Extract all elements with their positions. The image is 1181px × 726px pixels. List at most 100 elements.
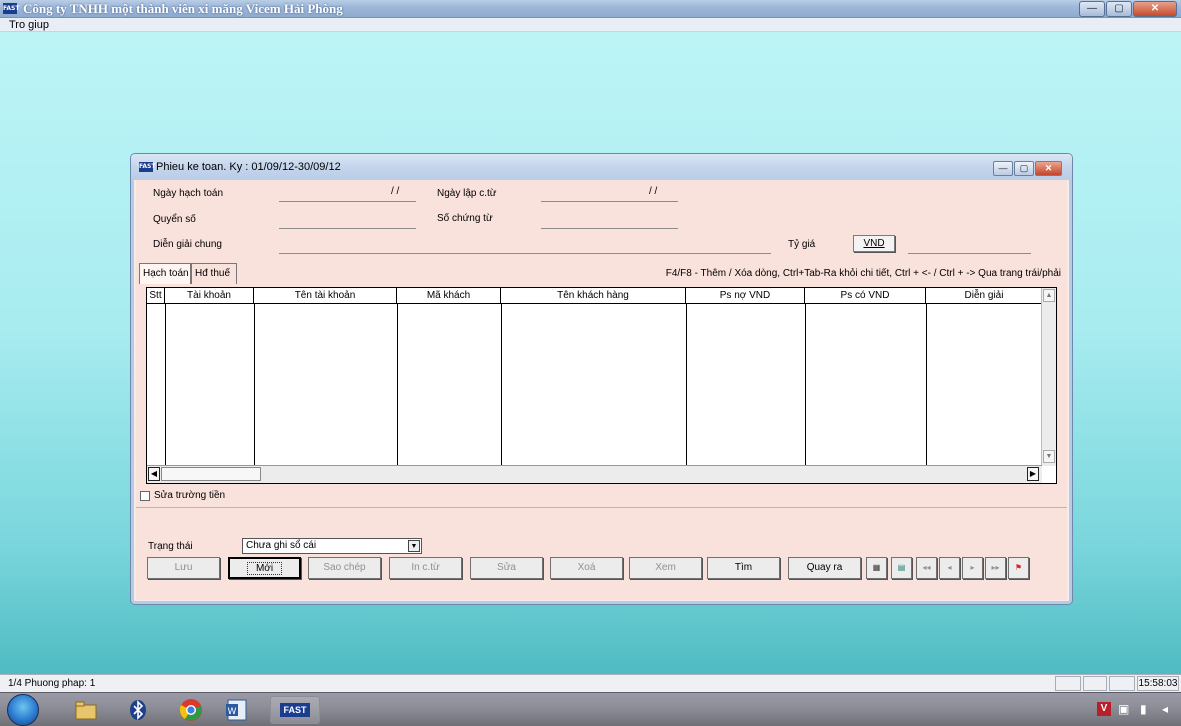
scroll-down-icon[interactable]: ▼: [1043, 450, 1055, 463]
grid-divider: [254, 304, 255, 465]
chrome-icon[interactable]: [172, 696, 210, 724]
ty-gia-input[interactable]: [908, 253, 1031, 254]
dien-giai-label: Diễn giải chung: [153, 239, 222, 250]
next-record-icon[interactable]: ▸: [962, 557, 983, 579]
menu-item-tro-giup[interactable]: Tro giup: [9, 19, 49, 31]
print-button[interactable]: In c.từ: [389, 557, 462, 579]
taskbar: W FAST V ▣ ▮ ◂: [0, 692, 1181, 726]
voucher-body: Ngày hạch toán / / Ngày lập c.từ / / Quy…: [136, 180, 1067, 600]
sua-truong-tien-checkbox[interactable]: [140, 491, 150, 501]
fast-taskbar-button[interactable]: FAST: [270, 696, 320, 724]
save-button[interactable]: Lưu: [147, 557, 220, 579]
word-icon[interactable]: W: [218, 696, 256, 724]
col-dien-giai: Diễn giải: [964, 290, 1004, 301]
prev-record-icon[interactable]: ◂: [939, 557, 960, 579]
quyen-so-label: Quyển số: [153, 214, 196, 225]
voucher-close-button[interactable]: ✕: [1035, 161, 1062, 176]
col-ma-khach: Mã khách: [397, 288, 501, 304]
ngay-lap-underline: [541, 201, 678, 202]
grid-divider: [926, 304, 927, 465]
ngay-lap-label: Ngày lập c.từ: [437, 188, 497, 199]
ngay-hach-toan-input[interactable]: / /: [391, 186, 399, 197]
calculator-icon[interactable]: ▤: [891, 557, 912, 579]
ledger-icon[interactable]: ▦: [866, 557, 887, 579]
scroll-right-icon[interactable]: ▶: [1027, 467, 1039, 481]
currency-button[interactable]: VND: [853, 235, 895, 252]
quyen-so-input[interactable]: [279, 228, 416, 229]
grid-horizontal-scrollbar[interactable]: ◀ ▶: [147, 465, 1042, 483]
col-ten-tai-khoan: Tên tài khoản: [254, 288, 397, 304]
keyboard-hint: F4/F8 - Thêm / Xóa dòng, Ctrl+Tab-Ra khỏ…: [665, 268, 1061, 279]
fast-logo-icon: FAST: [139, 162, 156, 172]
so-chung-tu-label: Số chứng từ: [437, 213, 493, 224]
start-button-icon[interactable]: [7, 694, 39, 726]
svg-text:W: W: [228, 707, 237, 717]
new-button-label: Mới: [246, 562, 283, 575]
app-title: Công ty TNHH một thành viên xi măng Vice…: [23, 1, 343, 16]
col-ten-khach-hang: Tên khách hàng: [501, 288, 686, 304]
col-ps-co: Ps có VND: [805, 288, 926, 304]
new-button[interactable]: Mới: [228, 557, 301, 579]
trang-thai-value: Chưa ghi sổ cái: [246, 540, 317, 551]
find-button[interactable]: Tìm: [707, 557, 780, 579]
col-tai-khoan: Tài khoản: [165, 288, 254, 304]
menu-bar: Tro giup: [0, 18, 1181, 32]
tray-network-icon[interactable]: ▣: [1118, 702, 1129, 716]
fast-logo-icon: FAST: [3, 3, 20, 14]
ngay-hach-toan-underline: [279, 201, 416, 202]
trang-thai-select[interactable]: Chưa ghi sổ cái ▼: [242, 538, 422, 554]
status-text: 1/4 Phuong phap: 1: [8, 678, 96, 689]
scroll-up-icon[interactable]: ▲: [1043, 289, 1055, 302]
voucher-maximize-button[interactable]: ▢: [1014, 161, 1034, 176]
first-record-icon[interactable]: ◂◂: [916, 557, 937, 579]
edit-button[interactable]: Sửa: [470, 557, 543, 579]
scroll-left-icon[interactable]: ◀: [148, 467, 160, 481]
tray-power-icon[interactable]: ▮: [1140, 702, 1147, 716]
voucher-title: Phieu ke toan. Ky : 01/09/12-30/09/12: [156, 161, 341, 173]
voucher-title-bar: FAST Phieu ke toan. Ky : 01/09/12-30/09/…: [131, 154, 1072, 180]
grid-vertical-scrollbar[interactable]: ▲ ▼: [1041, 288, 1056, 466]
grid-divider: [397, 304, 398, 465]
fast-taskbar-label: FAST: [280, 703, 310, 717]
voucher-minimize-button[interactable]: —: [993, 161, 1013, 176]
file-explorer-icon[interactable]: [67, 696, 105, 724]
exit-button[interactable]: Quay ra: [788, 557, 861, 579]
status-bar: 1/4 Phuong phap: 1 15:58:03: [0, 674, 1181, 692]
tab-hd-thue[interactable]: Hđ thuế: [191, 263, 237, 284]
grid-divider: [686, 304, 687, 465]
dropdown-arrow-icon[interactable]: ▼: [408, 540, 420, 552]
grid-header: Stt Tài khoản Tên tài khoản Mã khách Tên…: [147, 288, 1042, 304]
minimize-button[interactable]: —: [1079, 1, 1105, 17]
sua-truong-tien-label: Sửa trường tiền: [154, 490, 226, 501]
flag-icon[interactable]: ⚑: [1008, 557, 1029, 579]
tray-volume-icon[interactable]: ◂: [1162, 702, 1168, 716]
so-chung-tu-input[interactable]: [541, 228, 678, 229]
voucher-window: FAST Phieu ke toan. Ky : 01/09/12-30/09/…: [130, 153, 1073, 605]
app-window-controls: — ▢ ✕: [1078, 1, 1177, 17]
entries-grid[interactable]: Stt Tài khoản Tên tài khoản Mã khách Tên…: [146, 287, 1057, 484]
trang-thai-label: Trạng thái: [148, 541, 193, 552]
copy-button[interactable]: Sao chép: [308, 557, 381, 579]
grid-divider: [165, 304, 166, 465]
ngay-lap-input[interactable]: / /: [649, 186, 657, 197]
status-cell: [1083, 676, 1107, 691]
status-cell: [1109, 676, 1135, 691]
bluetooth-icon[interactable]: [119, 696, 157, 724]
grid-divider: [501, 304, 502, 465]
maximize-button[interactable]: ▢: [1106, 1, 1132, 17]
status-cell: [1055, 676, 1081, 691]
dien-giai-input[interactable]: [279, 253, 771, 254]
tab-hach-toan[interactable]: Hạch toán: [139, 263, 191, 284]
tray-v-icon[interactable]: V: [1097, 702, 1111, 716]
view-button[interactable]: Xem: [629, 557, 702, 579]
grid-divider: [805, 304, 806, 465]
app-title-bar: FAST Công ty TNHH một thành viên xi măng…: [0, 0, 1181, 18]
last-record-icon[interactable]: ▸▸: [985, 557, 1006, 579]
delete-button[interactable]: Xoá: [550, 557, 623, 579]
col-ps-no: Ps nợ VND: [686, 288, 805, 304]
scroll-thumb[interactable]: [161, 467, 261, 481]
close-button[interactable]: ✕: [1133, 1, 1177, 17]
ngay-hach-toan-label: Ngày hạch toán: [153, 188, 224, 199]
ty-gia-label: Tỷ giá: [788, 239, 816, 250]
voucher-window-controls: — ▢ ✕: [992, 161, 1062, 176]
